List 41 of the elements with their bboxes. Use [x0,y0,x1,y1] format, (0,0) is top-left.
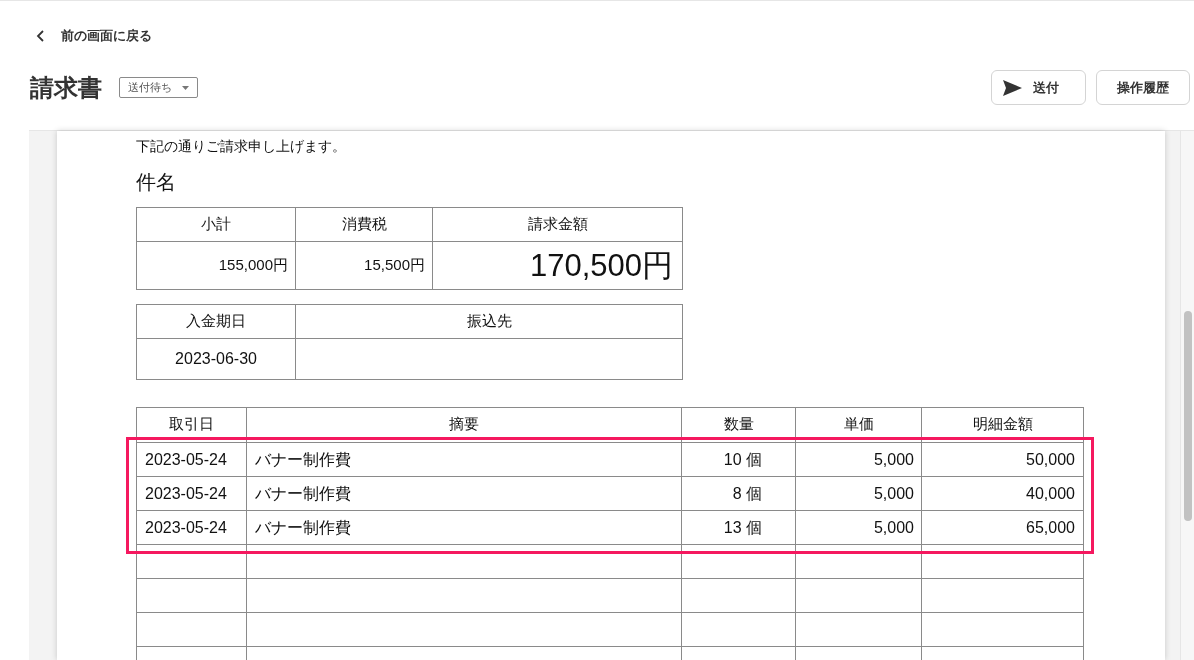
subject-label: 件名 [136,170,176,195]
table-cell: 155,000円 [136,241,296,290]
table-cell: 15,500円 [295,241,433,290]
send-button[interactable]: 送付 [991,70,1086,105]
table-cell: 2023-05-24 [137,443,247,476]
column-header: 振込先 [295,304,683,339]
caret-icon [182,85,189,90]
table-cell: バナー制作費 [247,443,682,476]
column-header: 入金期日 [136,304,296,339]
column-header: 摘要 [247,408,682,442]
table-cell: 10 個 [682,443,796,476]
table-cell: 65,000 [922,511,1084,544]
column-header: 消費税 [295,207,433,242]
status-dropdown[interactable]: 送付待ち [119,77,198,98]
scrollbar[interactable] [1180,131,1194,660]
table-cell: 13 個 [682,511,796,544]
chevron-left-icon [36,30,46,42]
table-cell: バナー制作費 [247,511,682,544]
column-header: 単価 [796,408,922,442]
page-title: 請求書 [30,72,102,103]
table-cell: バナー制作費 [247,477,682,510]
column-header: 明細金額 [922,408,1084,442]
table-cell: 2023-05-24 [137,477,247,510]
table-cell: 5,000 [796,511,922,544]
back-link[interactable]: 前の画面に戻る [36,27,152,45]
table-cell: 2023-05-24 [137,511,247,544]
send-icon [1003,79,1022,96]
total-amount: 170,500円 [432,241,683,290]
history-button[interactable]: 操作履歴 [1096,70,1190,105]
table-cell: 5,000 [796,443,922,476]
table-cell: 2023-06-30 [136,338,296,380]
table-cell: 5,000 [796,477,922,510]
column-header: 取引日 [137,408,247,442]
column-header: 請求金額 [432,207,683,242]
column-header: 小計 [136,207,296,242]
table-cell: 40,000 [922,477,1084,510]
column-header: 数量 [682,408,796,442]
scrollbar-thumb[interactable] [1183,311,1192,521]
table-cell: 8 個 [682,477,796,510]
greeting-text: 下記の通りご請求申し上げます。 [136,137,346,156]
table-cell: 50,000 [922,443,1084,476]
